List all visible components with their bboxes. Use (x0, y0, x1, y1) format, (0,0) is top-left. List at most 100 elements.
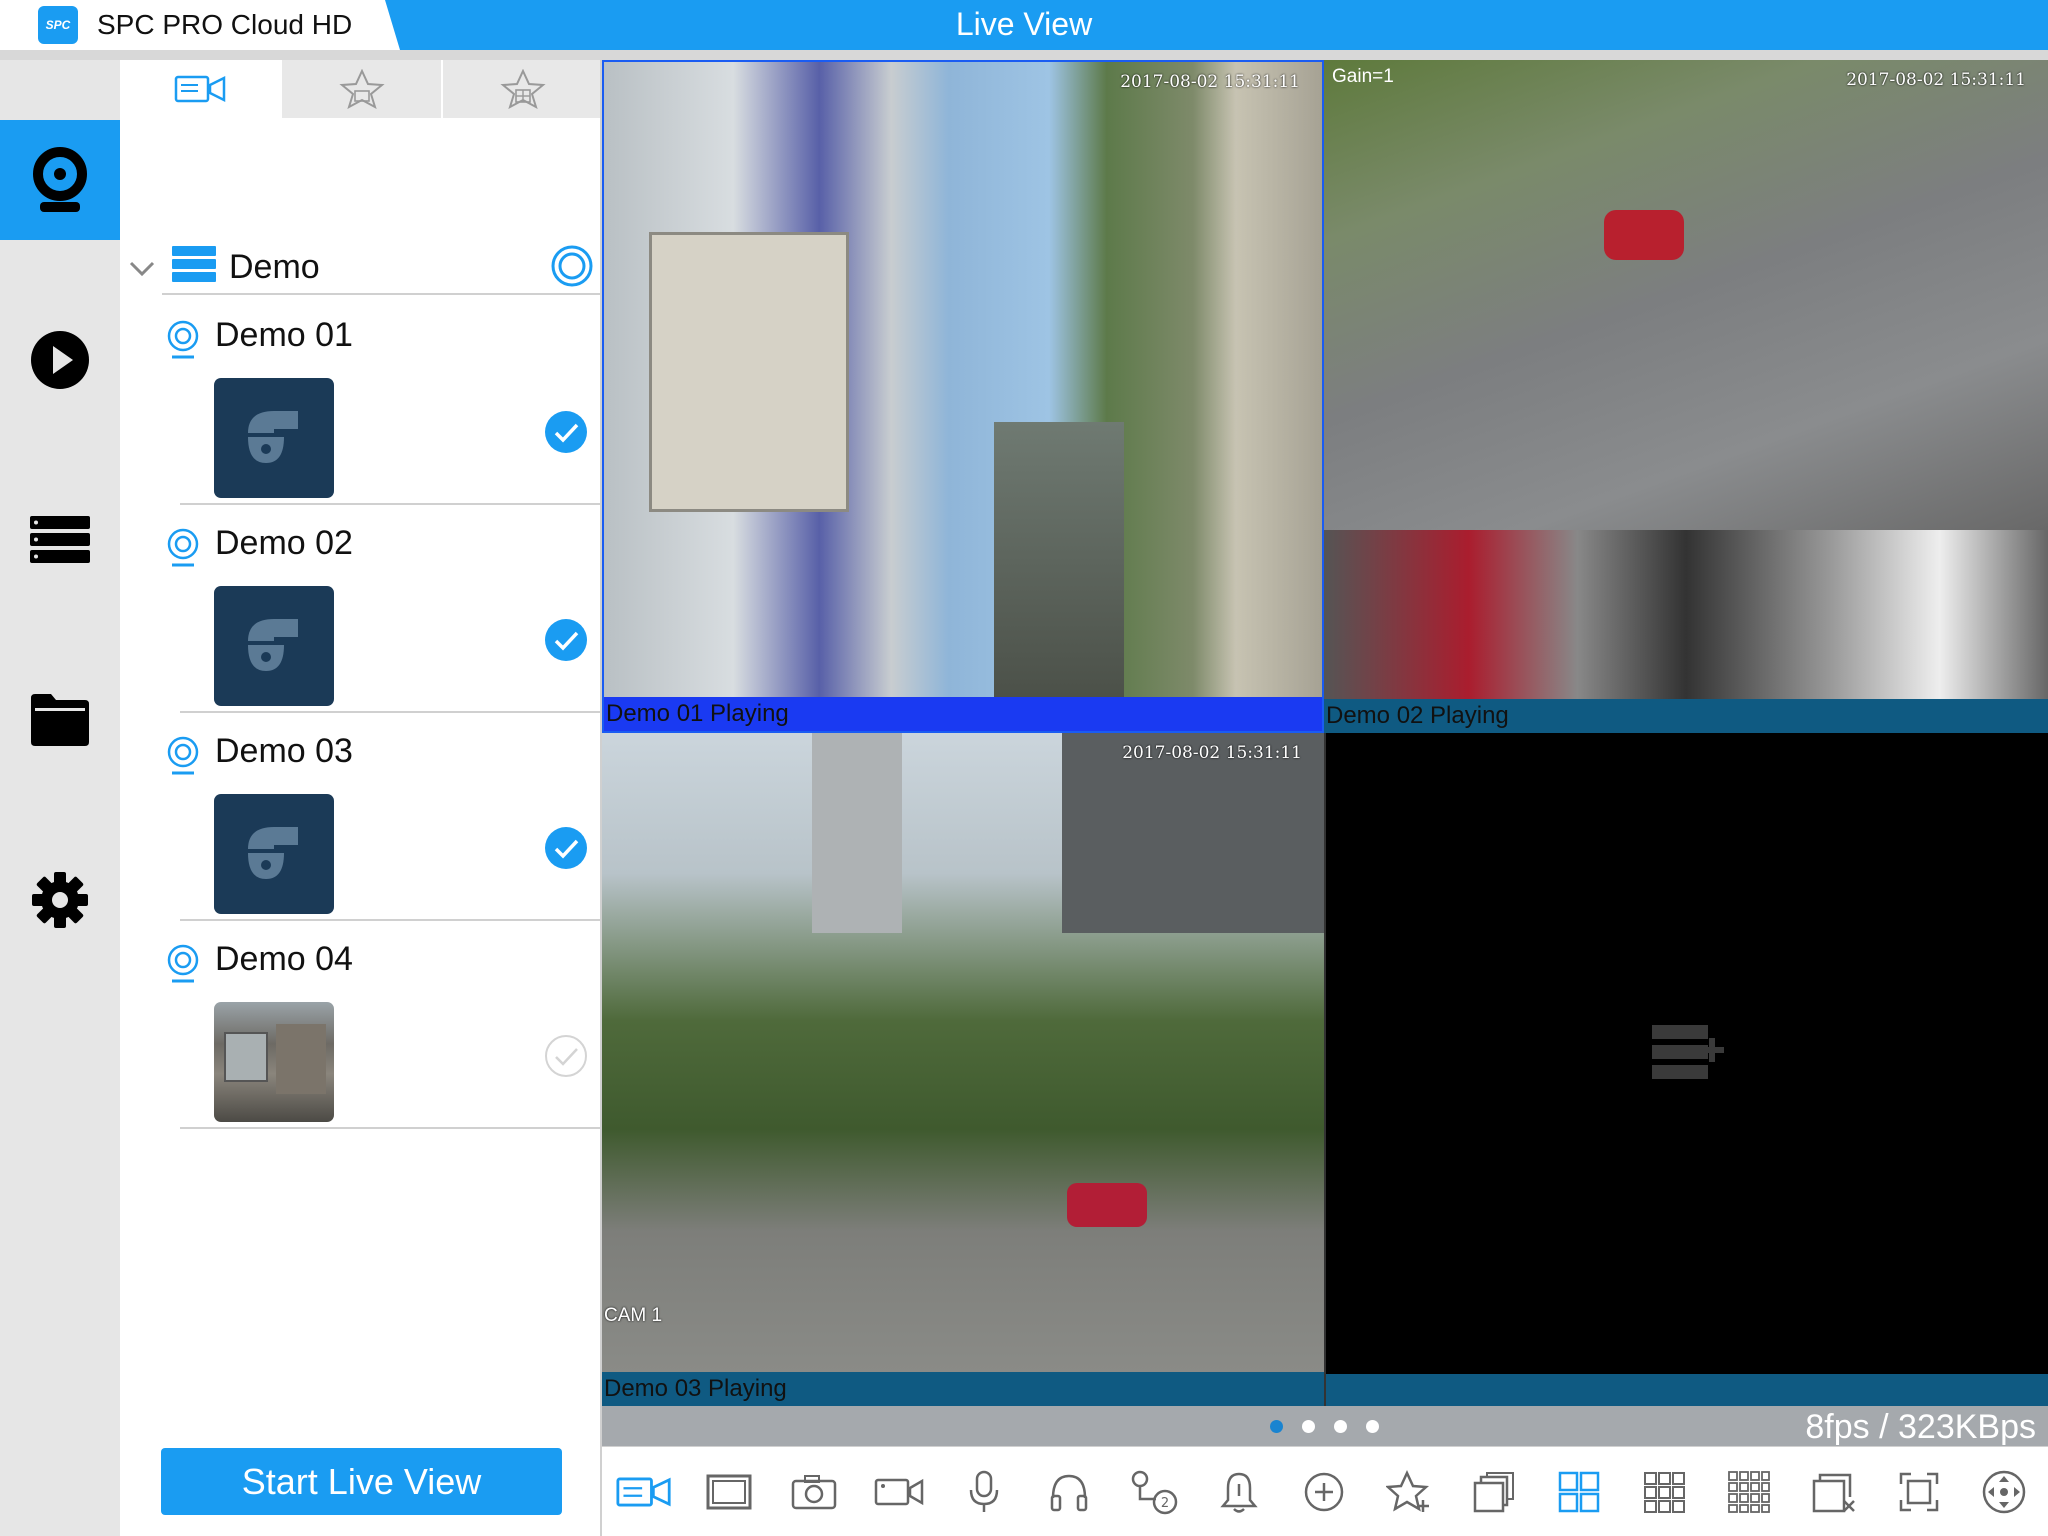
start-live-view-button[interactable]: Start Live View (161, 1448, 562, 1515)
camera-icon (167, 944, 199, 983)
title-strip (0, 50, 2048, 60)
close-all-button[interactable] (1806, 1467, 1862, 1517)
tab-favorites[interactable] (281, 60, 441, 118)
camera-name: Demo 01 (215, 316, 353, 354)
audio-button[interactable] (1041, 1467, 1097, 1517)
camera-thumbnail (214, 378, 334, 498)
checkbox-checked-icon[interactable] (544, 410, 588, 454)
tower-building (812, 733, 902, 933)
stream-switch-icon: 2 (1131, 1470, 1178, 1515)
record-button[interactable] (871, 1467, 927, 1517)
record-icon (874, 1478, 924, 1506)
parking-lot (994, 422, 1124, 702)
tab-favorite-views[interactable] (442, 60, 602, 118)
parked-cars (1324, 530, 2048, 700)
sidebar-item-files[interactable] (0, 660, 120, 780)
single-view-button[interactable] (701, 1467, 757, 1517)
multi-window-button[interactable] (1466, 1467, 1522, 1517)
sidebar-item-settings[interactable] (0, 840, 120, 960)
video-feed (604, 62, 1322, 702)
multi-window-icon (1473, 1472, 1514, 1513)
sidebar-item-live-view[interactable] (0, 120, 120, 240)
row-divider (180, 1127, 602, 1129)
checkbox-checked-icon[interactable] (544, 826, 588, 870)
checkbox-checked-icon[interactable] (544, 618, 588, 662)
grid-4-icon (1558, 1471, 1600, 1513)
video-timestamp: 2017-08-02 15:31:11 (1120, 72, 1300, 92)
checkbox-unchecked-icon[interactable] (544, 1034, 588, 1078)
camera-thumbnail (214, 794, 334, 914)
camera-row-4[interactable]: Demo 04 (120, 920, 602, 1129)
video-caption: Demo 03 Playing (602, 1372, 1324, 1406)
red-car (1067, 1183, 1147, 1227)
chevron-down-icon[interactable] (128, 260, 156, 278)
video-timestamp: 2017-08-02 15:31:11 (1122, 743, 1302, 763)
microphone-button[interactable] (956, 1467, 1012, 1517)
page-dot-2[interactable] (1302, 1420, 1315, 1433)
folder-icon (31, 694, 89, 746)
group-divider (162, 293, 602, 295)
video-timestamp: 2017-08-02 15:31:11 (1846, 70, 2026, 90)
panel-tabs (120, 60, 602, 118)
video-cell-3[interactable]: CAM 1 2017-08-02 15:31:11 Demo 03 Playin… (602, 733, 1324, 1406)
ptz-camera-icon (248, 619, 298, 671)
camera-icon (167, 736, 199, 775)
snapshot-building (224, 1032, 268, 1082)
tab-devices[interactable] (120, 60, 280, 118)
camera-list-button[interactable] (616, 1467, 672, 1517)
ptz-button[interactable] (1976, 1467, 2032, 1517)
select-all-icon[interactable] (550, 244, 594, 288)
zoom-button[interactable] (1296, 1467, 1352, 1517)
app-window: SPC SPC PRO Cloud HD Live View Demo Demo… (0, 0, 2048, 1536)
add-favorite-icon (1386, 1470, 1430, 1512)
video-cell-1[interactable]: 2017-08-02 15:31:11 Demo 01 Playing (602, 60, 1324, 733)
camera-snapshot (214, 1002, 334, 1122)
star-camera-icon (338, 69, 385, 109)
svg-text:2: 2 (1161, 1496, 1169, 1511)
layout-9-button[interactable] (1636, 1467, 1692, 1517)
red-car (1604, 210, 1684, 260)
stream-switch-button[interactable]: 2 (1126, 1467, 1182, 1517)
video-caption (1326, 1372, 2048, 1406)
camera-name: Demo 03 (215, 732, 353, 770)
layout-16-button[interactable] (1721, 1467, 1777, 1517)
alarm-bell-icon (1220, 1472, 1258, 1513)
add-favorite-button[interactable] (1381, 1467, 1437, 1517)
view-title: Live View (955, 6, 1093, 42)
gain-overlay: Gain=1 (1332, 66, 1394, 87)
layout-4-button[interactable] (1551, 1467, 1607, 1517)
grid-16-icon (1728, 1471, 1770, 1513)
snapshot-button[interactable] (786, 1467, 842, 1517)
camera-row-3[interactable]: Demo 03 (120, 712, 602, 921)
page-dot-1[interactable] (1270, 1420, 1283, 1433)
zoom-in-icon (1304, 1472, 1344, 1512)
microphone-icon (969, 1470, 999, 1512)
sidebar-item-playback[interactable] (0, 300, 120, 420)
stream-stats: 8fps / 323KBps (1805, 1408, 2036, 1446)
alarm-button[interactable] (1211, 1467, 1267, 1517)
sidebar-item-devices[interactable] (0, 480, 120, 600)
camera-row-2[interactable]: Demo 02 (120, 504, 602, 713)
single-view-icon (706, 1474, 752, 1510)
fullscreen-button[interactable] (1891, 1467, 1947, 1517)
cam-overlay: CAM 1 (604, 1305, 663, 1326)
page-dot-3[interactable] (1334, 1420, 1347, 1433)
video-feed (602, 733, 1324, 1372)
video-cell-2[interactable]: Gain=1 2017-08-02 15:31:11 Demo 02 Playi… (1324, 60, 2048, 733)
ptz-camera-icon (248, 411, 298, 463)
video-caption: Demo 01 Playing (604, 697, 1322, 731)
video-cell-4[interactable] (1324, 733, 2048, 1406)
camera-thumbnail (214, 586, 334, 706)
main-sidebar (0, 60, 120, 1536)
camera-row-1[interactable]: Demo 01 (120, 296, 602, 505)
dark-building (1062, 733, 1324, 933)
page-dot-4[interactable] (1366, 1420, 1379, 1433)
camera-name: Demo 04 (215, 940, 353, 978)
fullscreen-icon (1899, 1472, 1939, 1512)
live-view-grid: 2017-08-02 15:31:11 Demo 01 Playing Gain… (602, 60, 2048, 1406)
page-indicator-bar: 8fps / 323KBps (602, 1406, 2048, 1446)
video-feed (1324, 60, 2048, 701)
add-device-icon[interactable] (1652, 1025, 1724, 1081)
ptz-icon (1982, 1470, 2026, 1514)
server-list-icon (30, 516, 90, 563)
